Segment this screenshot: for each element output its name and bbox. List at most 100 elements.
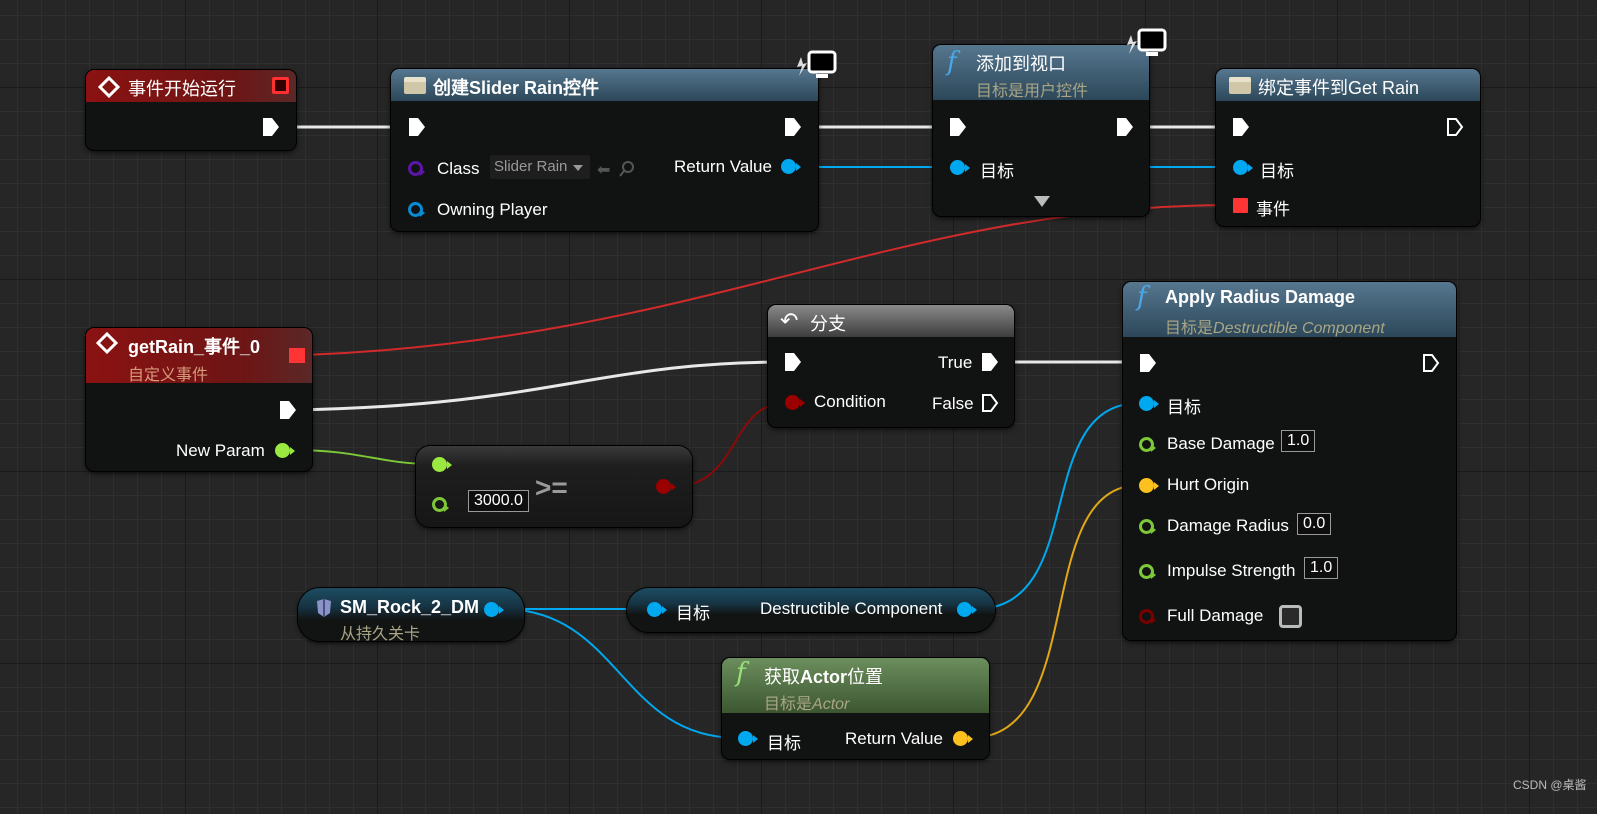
node-title: 绑定事件到Get Rain xyxy=(1258,78,1420,98)
b-value-input[interactable]: 3000.0 xyxy=(468,490,529,512)
watermark: CSDN @桌酱 xyxy=(1513,778,1587,792)
node-title: 创建Slider Rain控件 xyxy=(433,78,600,98)
node-get-actor-location[interactable]: f 获取Actor位置 目标是Actor 目标 Return Value xyxy=(722,658,989,759)
node-header: ↶ 分支 xyxy=(768,305,1014,337)
exec-out-pin[interactable] xyxy=(1446,117,1464,137)
subtitle-class: Destructible Component xyxy=(1213,320,1385,337)
damage-radius-label: Damage Radius xyxy=(1167,516,1289,535)
node-compare-greater-equal[interactable]: 3000.0 >= xyxy=(416,446,692,527)
node-header: getRain_事件_0 自定义事件 xyxy=(86,328,312,384)
exec-in-pin[interactable] xyxy=(1139,353,1157,373)
subtitle-prefix: 目标是 xyxy=(764,696,813,713)
owning-player-pin[interactable] xyxy=(408,202,425,217)
node-subtitle: 目标是Actor xyxy=(764,690,849,714)
hurt-origin-pin[interactable] xyxy=(1139,478,1159,493)
class-pin[interactable] xyxy=(408,161,425,176)
browse-search-icon[interactable] xyxy=(618,160,636,178)
latent-monitor-icon xyxy=(1127,28,1167,56)
node-header: f 添加到视口 目标是用户控件 xyxy=(933,45,1149,100)
b-input-pin[interactable] xyxy=(432,497,449,512)
false-label: False xyxy=(932,394,974,413)
damage-radius-pin[interactable] xyxy=(1139,519,1156,534)
target-pin[interactable] xyxy=(1139,396,1159,411)
node-create-widget[interactable]: 创建Slider Rain控件 Class Slider Rain ⬅ Owni… xyxy=(391,50,837,231)
owning-player-label: Owning Player xyxy=(437,200,548,219)
component-output-label: Destructible Component xyxy=(760,599,943,618)
chevron-down-icon xyxy=(573,165,583,171)
float-wire xyxy=(292,449,433,465)
full-damage-label: Full Damage xyxy=(1167,606,1264,625)
target-label: 目标 xyxy=(980,162,1014,181)
node-header: 绑定事件到Get Rain xyxy=(1216,69,1480,101)
function-icon: f xyxy=(736,658,746,688)
title-suffix: 位置 xyxy=(847,667,884,687)
exec-out-pin[interactable] xyxy=(1116,117,1134,137)
use-selected-arrow-icon[interactable]: ⬅ xyxy=(597,160,610,180)
node-event-begin-play[interactable]: 事件开始运行 xyxy=(86,70,296,150)
event-label: 事件 xyxy=(1256,200,1290,219)
target-pin[interactable] xyxy=(950,160,970,175)
a-input-pin[interactable] xyxy=(432,457,452,472)
node-title: 事件开始运行 xyxy=(128,79,236,99)
impulse-strength-pin[interactable] xyxy=(1139,564,1156,579)
condition-label: Condition xyxy=(814,392,886,411)
false-exec-pin[interactable] xyxy=(981,393,999,413)
impulse-strength-label: Impulse Strength xyxy=(1167,561,1296,580)
full-damage-pin[interactable] xyxy=(1139,609,1156,624)
node-title: 获取Actor位置 xyxy=(764,663,883,689)
node-subtitle: 自定义事件 xyxy=(128,367,209,384)
function-icon: f xyxy=(1137,282,1147,312)
node-actor-reference[interactable]: SM_Rock_2_DM 从持久关卡 xyxy=(298,588,524,643)
target-pin[interactable] xyxy=(1233,160,1253,175)
title-prefix: 获取 xyxy=(764,667,800,687)
class-dropdown-value: Slider Rain xyxy=(494,158,568,175)
true-exec-pin[interactable] xyxy=(981,352,999,372)
widget-icon xyxy=(404,77,426,94)
expand-advanced-icon[interactable] xyxy=(1034,196,1050,207)
node-subtitle: 目标是Destructible Component xyxy=(1165,314,1385,338)
exec-out-pin[interactable] xyxy=(262,117,280,137)
target-pin[interactable] xyxy=(647,602,667,617)
node-custom-event[interactable]: getRain_事件_0 自定义事件 New Param xyxy=(86,328,312,471)
actor-output-pin[interactable] xyxy=(484,602,504,617)
exec-out-pin[interactable] xyxy=(279,400,297,420)
exec-in-pin[interactable] xyxy=(408,117,426,137)
full-damage-checkbox[interactable] xyxy=(1279,605,1302,628)
damage-radius-input[interactable]: 0.0 xyxy=(1297,513,1332,535)
event-delegate-pin[interactable] xyxy=(1233,198,1248,213)
hurt-origin-label: Hurt Origin xyxy=(1167,475,1250,494)
node-title: 添加到视口 xyxy=(976,54,1066,74)
node-apply-radius-damage[interactable]: f Apply Radius Damage 目标是Destructible Co… xyxy=(1123,282,1456,640)
exec-out-pin[interactable] xyxy=(1422,353,1440,373)
node-add-to-viewport[interactable]: f 添加到视口 目标是用户控件 目标 xyxy=(933,28,1167,216)
actor-icon xyxy=(317,599,331,617)
node-subtitle: 从持久关卡 xyxy=(340,626,421,643)
return-value-pin[interactable] xyxy=(953,731,973,746)
node-title: getRain_事件_0 xyxy=(128,337,261,357)
event-diamond-icon xyxy=(98,76,120,98)
base-damage-pin[interactable] xyxy=(1139,437,1156,452)
event-diamond-icon xyxy=(96,332,118,354)
exec-in-pin[interactable] xyxy=(784,352,802,372)
exec-in-pin[interactable] xyxy=(949,117,967,137)
component-output-pin[interactable] xyxy=(957,602,977,617)
node-branch[interactable]: ↶ 分支 True Condition False xyxy=(768,305,1014,427)
exec-in-pin[interactable] xyxy=(1232,117,1250,137)
return-value-pin[interactable] xyxy=(781,159,801,174)
delegate-pin[interactable] xyxy=(272,77,289,94)
exec-wire xyxy=(296,360,786,412)
condition-pin[interactable] xyxy=(785,395,805,410)
exec-out-pin[interactable] xyxy=(784,117,802,137)
impulse-strength-input[interactable]: 1.0 xyxy=(1304,557,1339,579)
subtitle-class: Actor xyxy=(812,696,850,713)
title-bold: Actor xyxy=(800,667,848,687)
target-label: 目标 xyxy=(767,734,801,753)
node-bind-event[interactable]: 绑定事件到Get Rain 目标 事件 xyxy=(1216,69,1480,226)
delegate-pin[interactable] xyxy=(289,348,305,363)
class-dropdown[interactable]: Slider Rain xyxy=(490,155,590,179)
new-param-pin[interactable] xyxy=(275,443,295,458)
target-pin[interactable] xyxy=(738,731,758,746)
base-damage-input[interactable]: 1.0 xyxy=(1281,430,1316,452)
node-get-destructible-component[interactable]: 目标 Destructible Component xyxy=(627,588,995,632)
result-pin[interactable] xyxy=(656,479,676,494)
